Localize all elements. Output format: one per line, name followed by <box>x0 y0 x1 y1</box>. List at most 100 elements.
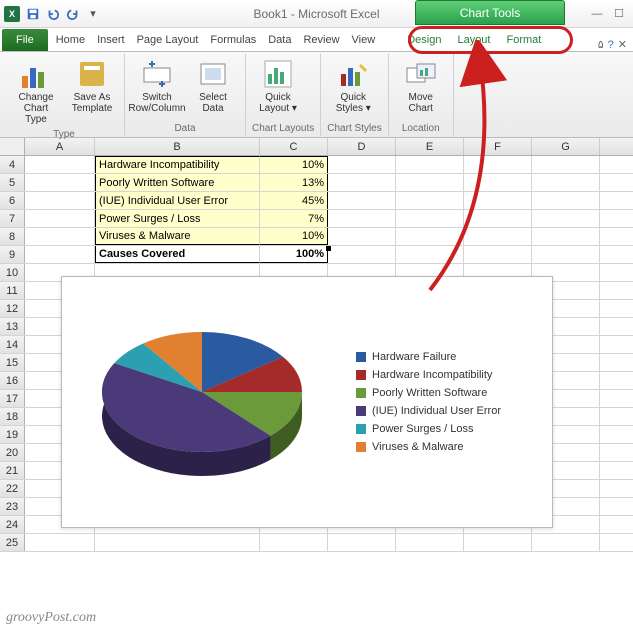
row-header[interactable]: 11 <box>0 282 25 299</box>
row-header[interactable]: 16 <box>0 372 25 389</box>
col-header-B[interactable]: B <box>95 138 260 155</box>
cell-C9[interactable]: 100% <box>260 246 328 263</box>
tab-insert[interactable]: Insert <box>91 29 131 51</box>
worksheet-grid[interactable]: 4Hardware Incompatibility10% 5Poorly Wri… <box>0 156 633 616</box>
legend-label: Power Surges / Loss <box>372 423 474 435</box>
change-chart-type-icon <box>20 58 52 90</box>
quick-layout-icon <box>262 58 294 90</box>
row-header[interactable]: 22 <box>0 480 25 497</box>
help-icon[interactable]: ? <box>608 39 614 51</box>
col-header-C[interactable]: C <box>260 138 328 155</box>
cell-B8[interactable]: Viruses & Malware <box>95 228 260 245</box>
quick-layout-button[interactable]: Quick Layout ▾ <box>252 56 304 116</box>
minimize-button[interactable]: — <box>587 6 607 22</box>
tab-design[interactable]: Design <box>399 29 449 51</box>
legend-item: Hardware Failure <box>356 351 501 363</box>
cell-C8[interactable]: 10% <box>260 228 328 245</box>
save-template-icon <box>76 58 108 90</box>
row-header[interactable]: 6 <box>0 192 25 209</box>
col-header-D[interactable]: D <box>328 138 396 155</box>
tab-review[interactable]: Review <box>297 29 345 51</box>
move-chart-button[interactable]: Move Chart <box>395 56 447 116</box>
row-header[interactable]: 5 <box>0 174 25 191</box>
row-header[interactable]: 23 <box>0 498 25 515</box>
legend-label: Poorly Written Software <box>372 387 487 399</box>
change-chart-type-button[interactable]: Change Chart Type <box>10 56 62 127</box>
cell-B6[interactable]: (IUE) Individual User Error <box>95 192 260 209</box>
quick-styles-button[interactable]: Quick Styles ▾ <box>327 56 379 116</box>
qat-customize-icon[interactable]: ▾ <box>84 5 102 23</box>
switch-row-column-button[interactable]: Switch Row/Column <box>131 56 183 116</box>
legend-swatch <box>356 424 366 434</box>
legend-label: Viruses & Malware <box>372 441 464 453</box>
cell-B4[interactable]: Hardware Incompatibility <box>95 156 260 173</box>
group-chart-styles: Chart Styles <box>327 123 381 134</box>
chart-legend: Hardware Failure Hardware Incompatibility… <box>356 345 501 459</box>
select-data-button[interactable]: Select Data <box>187 56 239 116</box>
row-header[interactable]: 4 <box>0 156 25 173</box>
cell-B5[interactable]: Poorly Written Software <box>95 174 260 191</box>
file-tab[interactable]: File <box>2 29 48 51</box>
legend-item: Poorly Written Software <box>356 387 501 399</box>
inner-close-icon[interactable]: ✕ <box>618 38 627 51</box>
maximize-button[interactable]: ☐ <box>609 6 629 22</box>
cell-C5[interactable]: 13% <box>260 174 328 191</box>
cell-B9[interactable]: Causes Covered <box>95 246 260 263</box>
pie-chart <box>62 292 342 512</box>
ribbon-tabs: File Home Insert Page Layout Formulas Da… <box>0 28 633 52</box>
row-header[interactable]: 17 <box>0 390 25 407</box>
row-header[interactable]: 15 <box>0 354 25 371</box>
row-header[interactable]: 7 <box>0 210 25 227</box>
col-header-F[interactable]: F <box>464 138 532 155</box>
minimize-ribbon-icon[interactable]: ۵ <box>598 38 604 51</box>
row-header[interactable]: 13 <box>0 318 25 335</box>
save-button[interactable] <box>24 5 42 23</box>
legend-label: Hardware Incompatibility <box>372 369 492 381</box>
tab-view[interactable]: View <box>346 29 382 51</box>
row-header[interactable]: 10 <box>0 264 25 281</box>
select-all-corner[interactable] <box>0 138 25 155</box>
cell-B7[interactable]: Power Surges / Loss <box>95 210 260 227</box>
tab-home[interactable]: Home <box>50 29 91 51</box>
row-header[interactable]: 14 <box>0 336 25 353</box>
tab-format[interactable]: Format <box>498 29 549 51</box>
redo-button[interactable] <box>64 5 82 23</box>
legend-label: Hardware Failure <box>372 351 456 363</box>
row-header[interactable]: 9 <box>0 246 25 263</box>
window-title: Book1 - Microsoft Excel <box>253 7 379 21</box>
legend-swatch <box>356 388 366 398</box>
cell-C6[interactable]: 45% <box>260 192 328 209</box>
row-header[interactable]: 25 <box>0 534 25 551</box>
row-header[interactable]: 18 <box>0 408 25 425</box>
col-header-G[interactable]: G <box>532 138 600 155</box>
switch-row-column-icon <box>141 58 173 90</box>
row-header[interactable]: 24 <box>0 516 25 533</box>
chart-tools-contextual-tab: Chart Tools <box>415 0 565 25</box>
tab-data[interactable]: Data <box>262 29 297 51</box>
row-header[interactable]: 21 <box>0 462 25 479</box>
ribbon: Change Chart Type Save As Template Type … <box>0 52 633 138</box>
legend-item: Viruses & Malware <box>356 441 501 453</box>
undo-button[interactable] <box>44 5 62 23</box>
selection-handle[interactable] <box>326 246 331 251</box>
row-header[interactable]: 20 <box>0 444 25 461</box>
quick-styles-icon <box>337 58 369 90</box>
move-chart-icon <box>405 58 437 90</box>
legend-item: (IUE) Individual User Error <box>356 405 501 417</box>
col-header-A[interactable]: A <box>25 138 95 155</box>
group-location: Location <box>395 123 447 134</box>
cell-C7[interactable]: 7% <box>260 210 328 227</box>
tab-page-layout[interactable]: Page Layout <box>131 29 205 51</box>
legend-swatch <box>356 442 366 452</box>
tab-formulas[interactable]: Formulas <box>204 29 262 51</box>
row-header[interactable]: 8 <box>0 228 25 245</box>
cell-C4[interactable]: 10% <box>260 156 328 173</box>
embedded-chart[interactable]: Hardware Failure Hardware Incompatibility… <box>61 276 553 528</box>
row-header[interactable]: 19 <box>0 426 25 443</box>
tab-layout[interactable]: Layout <box>449 29 498 51</box>
legend-swatch <box>356 370 366 380</box>
col-header-E[interactable]: E <box>396 138 464 155</box>
row-header[interactable]: 12 <box>0 300 25 317</box>
legend-label: (IUE) Individual User Error <box>372 405 501 417</box>
save-as-template-button[interactable]: Save As Template <box>66 56 118 127</box>
